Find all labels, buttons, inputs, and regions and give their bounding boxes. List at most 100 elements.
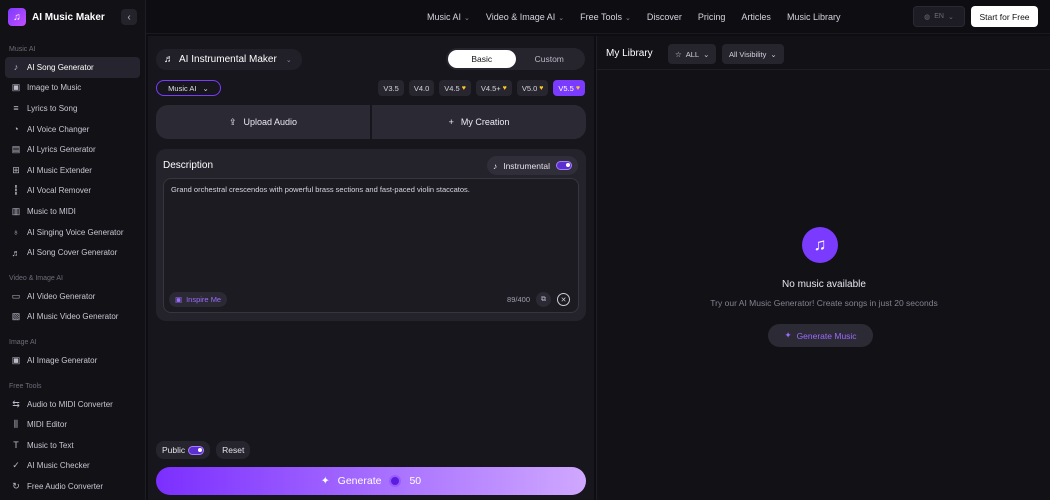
chevron-down-icon: ⌄ bbox=[770, 49, 777, 59]
sidebar-item-label: Free Audio Converter bbox=[27, 481, 104, 491]
video-icon: ▭ bbox=[11, 290, 21, 301]
mode-toggle: Basic Custom bbox=[446, 48, 585, 70]
instrumental-label: Instrumental bbox=[503, 160, 550, 171]
sidebar-item[interactable]: ▣ Image to Music bbox=[5, 78, 140, 99]
music-note-icon: ♬ bbox=[164, 54, 174, 65]
tab-basic[interactable]: Basic bbox=[448, 50, 516, 68]
sidebar-item-label: AI Song Generator bbox=[27, 62, 94, 72]
chevron-down-icon: ⌄ bbox=[202, 83, 209, 93]
sparkle-icon: ▣ bbox=[175, 295, 183, 304]
sidebar-item-label: Lyrics to Song bbox=[27, 103, 78, 113]
brand-name[interactable]: AI Music Maker bbox=[32, 12, 115, 23]
top-nav-link[interactable]: Music AI ⌄ bbox=[427, 12, 470, 22]
sidebar-item[interactable]: ✓ AI Music Checker bbox=[5, 456, 140, 477]
visibility-dropdown[interactable]: All Visibility ⌄ bbox=[722, 44, 784, 64]
my-creation-button[interactable]: + My Creation bbox=[372, 105, 586, 139]
version-chip[interactable]: V5.5 ♥ bbox=[553, 80, 585, 96]
lyrics-icon: ≡ bbox=[13, 103, 19, 114]
version-chip[interactable]: V5.0 ♥ bbox=[516, 80, 549, 96]
sidebar-item[interactable]: ≡ Lyrics to Song bbox=[5, 98, 140, 119]
convert-icon: ⇆ bbox=[12, 398, 20, 409]
public-switch[interactable] bbox=[188, 445, 205, 455]
sidebar-item[interactable]: ┇ AI Vocal Remover bbox=[5, 181, 140, 202]
sidebar-item[interactable]: ▭ AI Video Generator bbox=[5, 286, 140, 307]
sidebar-item[interactable]: T Music to Text bbox=[5, 435, 140, 456]
sidebar-item-label: Music to MIDI bbox=[27, 206, 76, 216]
top-links: Music AI ⌄ Video & Image AI ⌄ Free Tools ⌄ Dis… bbox=[427, 0, 856, 34]
upload-audio-label: Upload Audio bbox=[243, 117, 298, 127]
public-toggle[interactable]: Public bbox=[156, 441, 211, 459]
tool-selector[interactable]: ♬ AI Instrumental Maker ⌄ bbox=[156, 49, 302, 70]
brand-logo-icon[interactable]: ♫ bbox=[8, 8, 26, 26]
sidebar-item[interactable]: ↻ Free Audio Converter bbox=[5, 476, 140, 497]
version-chip[interactable]: V3.5 bbox=[378, 80, 404, 96]
sidebar-item-label: AI Vocal Remover bbox=[27, 186, 92, 196]
chevron-down-icon: ⌄ bbox=[703, 49, 710, 59]
start-for-free-button[interactable]: Start for Free bbox=[971, 6, 1038, 27]
upload-audio-button[interactable]: ⇪ Upload Audio bbox=[156, 105, 370, 139]
clear-icon[interactable]: ✕ bbox=[557, 293, 570, 306]
sidebar-item[interactable]: ◔ AI Voice Changer bbox=[5, 119, 140, 140]
music-empty-icon: ♫ bbox=[802, 227, 838, 263]
description-input[interactable]: Grand orchestral crescendos with powerfu… bbox=[163, 178, 579, 313]
sidebar-item[interactable]: ♪ AI Song Generator bbox=[5, 57, 140, 78]
sidebar-item[interactable]: ♬ AI Song Cover Generator bbox=[5, 242, 140, 263]
top-nav-link[interactable]: Discover bbox=[647, 12, 682, 22]
char-count: 89/400 bbox=[507, 295, 530, 304]
music-note-icon: ♪ bbox=[13, 62, 19, 73]
language-selector[interactable]: ◍ EN ⌄ bbox=[913, 6, 965, 27]
empty-title: No music available bbox=[782, 279, 866, 290]
copy-icon[interactable]: ⧉ bbox=[536, 292, 551, 307]
sidebar: ♫ AI Music Maker ‹ Music AI ♪ AI Song Gene… bbox=[0, 0, 146, 500]
filter-all-label: ALL bbox=[685, 49, 700, 59]
tab-custom[interactable]: Custom bbox=[516, 50, 584, 68]
sidebar-item[interactable]: ⊞ AI Music Extender bbox=[5, 160, 140, 181]
model-select-label: Music AI bbox=[168, 83, 197, 93]
sidebar-collapse-button[interactable]: ‹ bbox=[121, 9, 137, 25]
model-select[interactable]: Music AI ⌄ bbox=[156, 80, 221, 96]
instrumental-switch[interactable] bbox=[556, 161, 572, 170]
source-row: ⇪ Upload Audio + My Creation bbox=[156, 105, 586, 139]
sidebar-item-label: Audio to MIDI Converter bbox=[27, 399, 113, 409]
instrumental-toggle[interactable]: ♪ Instrumental bbox=[486, 156, 578, 175]
empty-subtitle: Try our AI Music Generator! Create songs… bbox=[710, 298, 938, 308]
inspire-me-button[interactable]: ▣ Inspire Me bbox=[169, 292, 228, 307]
instrumental-maker-panel: ♬ AI Instrumental Maker ⌄ Basic Custom M… bbox=[148, 36, 594, 500]
sidebar-item[interactable]: ▤ AI Lyrics Generator bbox=[5, 139, 140, 160]
top-nav-link[interactable]: Free Tools ⌄ bbox=[580, 12, 631, 22]
sidebar-item-label: AI Music Extender bbox=[27, 165, 92, 175]
sidebar-item[interactable]: ⇆ Audio to MIDI Converter bbox=[5, 394, 140, 415]
public-label: Public bbox=[162, 445, 186, 455]
generate-cost: 50 bbox=[409, 475, 422, 487]
sidebar-item[interactable]: ▣ AI Image Generator bbox=[5, 350, 140, 371]
top-nav-link[interactable]: Video & Image AI ⌄ bbox=[486, 12, 564, 22]
top-nav-link[interactable]: Articles bbox=[741, 12, 771, 22]
version-chip[interactable]: V4.5+ ♥ bbox=[475, 80, 512, 96]
top-nav-label: Music Library bbox=[786, 12, 841, 22]
sidebar-item[interactable]: ▧ AI Music Video Generator bbox=[5, 307, 140, 328]
options-row: Public Reset bbox=[156, 441, 251, 459]
sidebar-item[interactable]: ⫼ MIDI Editor bbox=[5, 414, 140, 435]
generate-label: Generate bbox=[337, 475, 382, 487]
generate-music-button[interactable]: ✦ Generate Music bbox=[768, 324, 873, 347]
chevron-down-icon: ⌄ bbox=[625, 15, 631, 22]
library-title: My Library bbox=[606, 48, 653, 59]
version-chip[interactable]: V4.5 ♥ bbox=[439, 80, 471, 96]
version-chip[interactable]: V4.0 bbox=[408, 80, 435, 96]
generate-button[interactable]: ✦ Generate 50 bbox=[156, 467, 586, 495]
description-card: Description ♪ Instrumental Grand orchest… bbox=[156, 149, 586, 321]
guitar-icon: ♪ bbox=[492, 160, 498, 171]
filter-all-dropdown[interactable]: ☆ ALL ⌄ bbox=[668, 44, 717, 64]
sidebar-item-label: AI Music Checker bbox=[27, 461, 90, 471]
top-nav-link[interactable]: Music Library bbox=[787, 12, 841, 22]
sidebar-item[interactable]: ▥ Music to MIDI bbox=[5, 201, 140, 222]
language-label: EN bbox=[934, 13, 944, 20]
reset-button[interactable]: Reset bbox=[216, 441, 251, 459]
globe-icon: ◍ bbox=[924, 13, 931, 21]
image-icon: ▣ bbox=[11, 82, 21, 93]
sidebar-item[interactable]: ♁ AI Singing Voice Generator bbox=[5, 222, 140, 243]
premium-gem-icon: ♥ bbox=[502, 84, 507, 92]
cover-icon: ♬ bbox=[11, 247, 21, 258]
top-nav-link[interactable]: Pricing bbox=[698, 12, 726, 22]
version-label: V4.5+ bbox=[480, 83, 501, 93]
